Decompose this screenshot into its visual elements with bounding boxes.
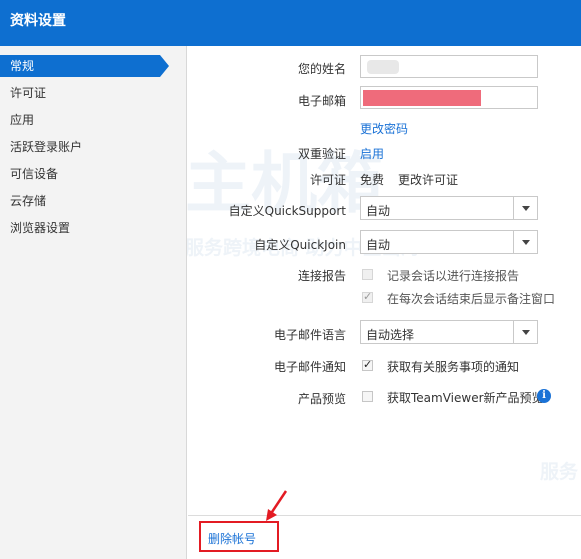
product-preview-option-label: 获取TeamViewer新产品预览 xyxy=(387,391,544,405)
email-label: 电子邮箱 xyxy=(297,94,346,108)
title-bar: 资料设置 xyxy=(0,0,581,46)
name-field[interactable] xyxy=(360,55,538,78)
sidebar-item-general[interactable]: 常规 xyxy=(0,55,169,77)
delete-account-link[interactable]: 删除帐号 xyxy=(208,530,256,547)
email-language-label: 电子邮件语言 xyxy=(273,328,346,342)
footer-divider xyxy=(188,515,581,516)
email-notify-checkbox[interactable] xyxy=(362,358,373,371)
sidebar-item-cloud-storage[interactable]: 云存储 xyxy=(0,190,187,212)
quickjoin-value: 自动 xyxy=(366,238,391,252)
product-preview-checkbox[interactable] xyxy=(362,391,373,402)
email-language-select[interactable]: 自动选择 xyxy=(360,320,538,344)
quicksupport-value: 自动 xyxy=(366,204,391,218)
sidebar: 常规 许可证 应用 活跃登录账户 可信设备 云存储 浏览器设置 xyxy=(0,46,187,559)
chevron-down-icon xyxy=(522,206,530,211)
watermark-bottom-right-text: 服务 xyxy=(540,461,579,483)
chevron-down-icon xyxy=(522,240,530,245)
license-label: 许可证 xyxy=(309,173,346,187)
email-notify-label: 电子邮件通知 xyxy=(273,360,346,374)
chevron-down-icon xyxy=(522,330,530,335)
record-session-label: 记录会话以进行连接报告 xyxy=(387,269,520,283)
email-language-value: 自动选择 xyxy=(366,328,415,342)
change-password-link[interactable]: 更改密码 xyxy=(360,120,408,137)
email-notify-option-label: 获取有关服务事项的通知 xyxy=(387,360,520,374)
quickjoin-dropdown-button[interactable] xyxy=(513,231,537,253)
info-icon[interactable]: i xyxy=(537,389,551,403)
change-license-link[interactable]: 更改许可证 xyxy=(398,171,458,188)
record-session-checkbox[interactable] xyxy=(362,269,373,280)
name-label: 您的姓名 xyxy=(297,62,346,76)
email-language-dropdown-button[interactable] xyxy=(513,321,537,343)
sidebar-item-active-logins[interactable]: 活跃登录账户 xyxy=(0,136,187,158)
sidebar-item-browser-settings[interactable]: 浏览器设置 xyxy=(0,217,187,239)
quicksupport-select[interactable]: 自动 xyxy=(360,196,538,220)
two-factor-label: 双重验证 xyxy=(297,147,346,161)
red-arrow-icon xyxy=(266,490,288,521)
show-comment-window-checkbox[interactable] xyxy=(362,290,373,303)
email-redaction xyxy=(363,90,481,106)
product-preview-label: 产品预览 xyxy=(297,392,346,406)
quicksupport-label: 自定义QuickSupport xyxy=(228,204,346,218)
license-value: 免费 xyxy=(360,173,385,187)
name-redaction xyxy=(367,60,399,74)
show-comment-window-label: 在每次会话结束后显示备注窗口 xyxy=(387,292,556,306)
quicksupport-dropdown-button[interactable] xyxy=(513,197,537,219)
quickjoin-label: 自定义QuickJoin xyxy=(254,238,346,252)
email-field[interactable] xyxy=(360,86,538,109)
sidebar-item-trusted-devices[interactable]: 可信设备 xyxy=(0,163,187,185)
window-title: 资料设置 xyxy=(10,13,66,29)
sidebar-item-apps[interactable]: 应用 xyxy=(0,109,187,131)
connection-report-label: 连接报告 xyxy=(297,269,346,283)
sidebar-item-license[interactable]: 许可证 xyxy=(0,82,187,104)
quickjoin-select[interactable]: 自动 xyxy=(360,230,538,254)
enable-two-factor-link[interactable]: 启用 xyxy=(360,145,384,162)
